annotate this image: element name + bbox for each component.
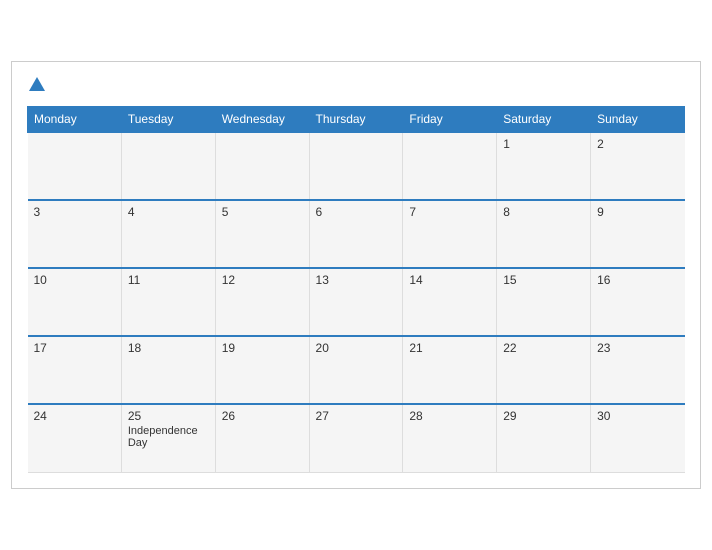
day-number: 23: [597, 341, 678, 355]
calendar-cell: 11: [121, 268, 215, 336]
calendar-cell: 28: [403, 404, 497, 472]
calendar-cell: 19: [215, 336, 309, 404]
day-event: Independence Day: [128, 425, 209, 449]
day-number: 13: [316, 273, 397, 287]
day-number: 27: [316, 409, 397, 423]
day-number: 15: [503, 273, 584, 287]
day-number: 11: [128, 273, 209, 287]
calendar-cell: 12: [215, 268, 309, 336]
week-row-1: 12: [28, 132, 685, 200]
calendar-cell: [215, 132, 309, 200]
logo-triangle-icon: [29, 77, 45, 91]
calendar-cell: 8: [497, 200, 591, 268]
calendar-cell: 3: [28, 200, 122, 268]
calendar-cell: 4: [121, 200, 215, 268]
day-number: 17: [34, 341, 115, 355]
day-number: 29: [503, 409, 584, 423]
week-row-4: 17 18 19 20 21 22 23: [28, 336, 685, 404]
weekday-header-wednesday: Wednesday: [215, 107, 309, 133]
calendar-cell: 6: [309, 200, 403, 268]
day-number: 19: [222, 341, 303, 355]
week-row-3: 10 11 12 13 14 15 16: [28, 268, 685, 336]
calendar-cell: 18: [121, 336, 215, 404]
calendar-cell: 1: [497, 132, 591, 200]
calendar-cell: [28, 132, 122, 200]
day-number: 24: [34, 409, 115, 423]
calendar-cell: [121, 132, 215, 200]
weekday-header-thursday: Thursday: [309, 107, 403, 133]
calendar-cell: 24: [28, 404, 122, 472]
calendar-cell: 17: [28, 336, 122, 404]
calendar-cell: 13: [309, 268, 403, 336]
calendar-cell: [403, 132, 497, 200]
day-number: 14: [409, 273, 490, 287]
day-number: 6: [316, 205, 397, 219]
week-row-5: 24 25 Independence Day 26 27 28 29 30: [28, 404, 685, 472]
calendar-cell: 9: [591, 200, 685, 268]
calendar-cell: 20: [309, 336, 403, 404]
calendar-cell: 2: [591, 132, 685, 200]
day-number: 30: [597, 409, 678, 423]
day-number: 16: [597, 273, 678, 287]
calendar-header: [27, 72, 685, 96]
day-number: 12: [222, 273, 303, 287]
weekday-header-friday: Friday: [403, 107, 497, 133]
day-number: 1: [503, 137, 584, 151]
calendar-cell: 7: [403, 200, 497, 268]
calendar-cell: 30: [591, 404, 685, 472]
day-number: 10: [34, 273, 115, 287]
calendar-cell: 26: [215, 404, 309, 472]
day-number: 9: [597, 205, 678, 219]
day-number: 21: [409, 341, 490, 355]
calendar-cell: 27: [309, 404, 403, 472]
day-number: 25: [128, 409, 209, 423]
day-number: 22: [503, 341, 584, 355]
calendar-cell: 21: [403, 336, 497, 404]
calendar-cell: 22: [497, 336, 591, 404]
day-number: 18: [128, 341, 209, 355]
calendar-grid: MondayTuesdayWednesdayThursdayFridaySatu…: [27, 106, 685, 473]
day-number: 3: [34, 205, 115, 219]
week-row-2: 3456789: [28, 200, 685, 268]
day-number: 4: [128, 205, 209, 219]
calendar-cell: 10: [28, 268, 122, 336]
day-number: 28: [409, 409, 490, 423]
weekday-header-tuesday: Tuesday: [121, 107, 215, 133]
weekday-header-row: MondayTuesdayWednesdayThursdayFridaySatu…: [28, 107, 685, 133]
logo: [27, 77, 47, 91]
day-number: 26: [222, 409, 303, 423]
calendar-cell: 15: [497, 268, 591, 336]
day-number: 2: [597, 137, 678, 151]
calendar-cell: 5: [215, 200, 309, 268]
day-number: 7: [409, 205, 490, 219]
calendar-cell: 23: [591, 336, 685, 404]
day-number: 20: [316, 341, 397, 355]
calendar-cell: 25 Independence Day: [121, 404, 215, 472]
calendar-cell: 29: [497, 404, 591, 472]
calendar-cell: 16: [591, 268, 685, 336]
calendar-cell: [309, 132, 403, 200]
weekday-header-saturday: Saturday: [497, 107, 591, 133]
calendar-container: MondayTuesdayWednesdayThursdayFridaySatu…: [11, 61, 701, 489]
day-number: 5: [222, 205, 303, 219]
day-number: 8: [503, 205, 584, 219]
weekday-header-sunday: Sunday: [591, 107, 685, 133]
calendar-cell: 14: [403, 268, 497, 336]
weekday-header-monday: Monday: [28, 107, 122, 133]
